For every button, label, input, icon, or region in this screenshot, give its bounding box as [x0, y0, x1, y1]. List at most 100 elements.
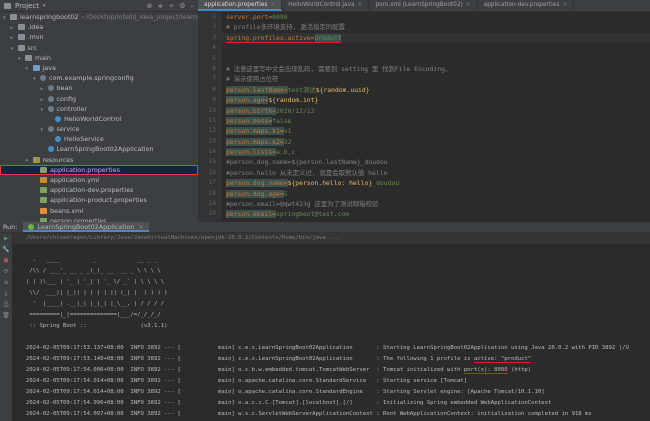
project-panel-header: Project ▾ ⊕ ≑ ÷ ⚙ –: [0, 0, 198, 12]
close-icon[interactable]: ×: [358, 2, 363, 8]
code-line[interactable]: spring.profiles.active=product: [222, 32, 650, 44]
editor-tab[interactable]: HelloWorldControl.java ×: [282, 0, 370, 11]
line-number: 17: [208, 179, 216, 187]
tree-item[interactable]: ▾ controller: [0, 104, 198, 114]
tree-item[interactable]: ▾ main: [0, 53, 198, 63]
tree-item[interactable]: application-dev.properties: [0, 185, 198, 195]
code-line[interactable]: person.birth=2020/12/12: [222, 106, 650, 116]
minimize-icon[interactable]: –: [191, 2, 195, 10]
tree-item[interactable]: ▾ service: [0, 124, 198, 134]
tree-item[interactable]: ▸ config: [0, 94, 198, 104]
restart-icon[interactable]: ⟳: [0, 266, 12, 277]
class-icon: [55, 136, 61, 143]
print-icon[interactable]: ⎙: [0, 299, 12, 310]
run-config-tab-label: LearnSpringBoot02Application: [37, 223, 135, 231]
code-line[interactable]: person.dog.age=5: [222, 189, 650, 199]
tree-item[interactable]: LearnSpringBoot02Application: [0, 144, 198, 154]
code-line[interactable]: #person.dog.name=${person.lastName}_doud…: [222, 157, 650, 167]
folder-icon: [32, 64, 40, 71]
line-number: 10: [208, 106, 216, 114]
code-line[interactable]: person.email=springboot@test.com: [222, 209, 650, 219]
softwrap-icon[interactable]: ≡: [0, 277, 12, 288]
settings-icon[interactable]: 🔧: [0, 244, 12, 255]
code-token: person.dog.name=: [226, 179, 288, 188]
editor-tab[interactable]: pom.xml (LearnSpringBoot02) ×: [369, 0, 478, 11]
line-number: 3: [212, 33, 216, 41]
code-line[interactable]: person.maps.k2=32: [222, 137, 650, 147]
collapse-all-icon[interactable]: ≑: [157, 2, 163, 10]
tree-item-label: config: [56, 94, 77, 103]
tree-item[interactable]: ▾ com.example.springconfig: [0, 73, 198, 83]
line-number: 14: [208, 148, 216, 156]
expand-icon[interactable]: ÷: [168, 2, 174, 10]
close-icon[interactable]: ×: [138, 223, 143, 231]
code-line[interactable]: # 注意这里写中文会出现乱码, 需要到 setting 里 找到File Enc…: [222, 64, 650, 74]
tree-item[interactable]: ▾ java: [0, 63, 198, 73]
tree-item[interactable]: application.properties: [0, 164, 198, 175]
chevron-down-icon[interactable]: ▾: [43, 3, 46, 9]
code-line[interactable]: person.maps.k1=v1: [222, 126, 650, 136]
code-token: 5: [283, 189, 288, 198]
console-line: ' |____| .__|_| |_|_| |_\__, | / / / /: [26, 301, 165, 307]
tree-item[interactable]: ▸ .idea: [0, 22, 198, 32]
tree-item[interactable]: ▾ learnspringboot02 ~/Desktop/IntelliJ_id…: [0, 12, 198, 22]
tree-item-label: main: [35, 53, 51, 62]
code-token: ${random.int}: [268, 96, 319, 105]
trash-icon[interactable]: 🗑: [0, 310, 12, 321]
run-config-tab[interactable]: LearnSpringBoot02Application ×: [23, 222, 149, 232]
gear-settings-icon[interactable]: ⊕: [147, 2, 153, 10]
close-icon[interactable]: ×: [270, 2, 275, 8]
code-line[interactable]: person.lists=a,b,c: [222, 147, 650, 157]
tree-item[interactable]: application.yml: [0, 175, 198, 185]
package-icon: [47, 105, 54, 112]
yaml-file-icon: [40, 177, 47, 183]
stop-icon[interactable]: ■: [0, 255, 12, 266]
tree-item[interactable]: application-product.properties: [0, 195, 198, 205]
tree-item[interactable]: beans.xml: [0, 206, 198, 216]
code-token: 8090: [272, 13, 288, 21]
editor-tab[interactable]: application.properties ×: [198, 0, 283, 11]
tree-item-label: bean: [56, 84, 73, 93]
editor-tab-label: application.properties: [204, 2, 268, 8]
code-line[interactable]: person.boss=false: [222, 116, 650, 126]
code-token: #person.dog.name=${person.lastName}_doud…: [226, 158, 388, 167]
editor-tab[interactable]: application-dev.properties ×: [478, 0, 575, 11]
code-line[interactable]: [222, 54, 650, 64]
line-number: 19: [208, 200, 216, 208]
properties-file-icon: [40, 197, 47, 204]
run-console[interactable]: /Users/chinadragon/Library/Java/JavaVirt…: [13, 233, 650, 421]
code-line[interactable]: person.lastName=test测试${random.uuid}: [222, 85, 650, 95]
tree-item-label: application.yml: [50, 176, 100, 184]
tree-item[interactable]: HelloService: [0, 134, 198, 144]
properties-file-icon: [40, 166, 47, 173]
gear-icon[interactable]: ⚙: [179, 2, 185, 10]
rerun-icon[interactable]: ▶: [0, 233, 12, 244]
tree-item[interactable]: ▸ .mvn: [0, 32, 198, 42]
folder-icon: [17, 44, 25, 51]
code-line[interactable]: #person.email=@qwt423g 这里为了测试邮箱校验: [222, 199, 650, 209]
code-line[interactable]: # profile多环境支持, 激活指定的配置: [222, 22, 650, 32]
tree-item[interactable]: ▾ src: [0, 43, 198, 53]
tree-item-label: application-dev.properties: [50, 186, 134, 195]
tree-item[interactable]: HelloWorldControl: [0, 114, 198, 124]
code-token: server.port=: [226, 13, 273, 21]
code-line[interactable]: [222, 43, 650, 53]
tree-item[interactable]: ▾ resources: [0, 155, 198, 165]
project-panel-title[interactable]: Project: [15, 2, 39, 10]
code-editor[interactable]: server.port=8090 # profile多环境支持, 激活指定的配置 s…: [222, 12, 650, 222]
code-token: # profile多环境支持, 激活指定的配置: [226, 23, 346, 32]
code-line[interactable]: # 演示使用占位符: [222, 74, 650, 84]
code-token: person.maps.k2=: [226, 137, 284, 146]
run-toolbar: ▶ 🔧 ■ ⟳ ≡ ⤓ ⎙ 🗑: [0, 233, 12, 421]
close-icon[interactable]: ×: [466, 2, 471, 8]
xml-file-icon: [40, 207, 47, 214]
code-line[interactable]: person.age=${random.int}: [222, 95, 650, 105]
tree-item-label: controller: [56, 104, 88, 113]
close-icon[interactable]: ×: [562, 2, 567, 8]
code-line[interactable]: server.port=8090: [222, 12, 650, 22]
line-number: 5: [212, 54, 216, 62]
code-line[interactable]: person.dog.name=${person.hello: hello}_d…: [222, 178, 650, 188]
tree-item[interactable]: ▸ bean: [0, 83, 198, 93]
scroll-end-icon[interactable]: ⤓: [0, 288, 12, 299]
code-line[interactable]: #person.hello 从未定义过, 就是会取默认值 hello: [222, 168, 650, 178]
